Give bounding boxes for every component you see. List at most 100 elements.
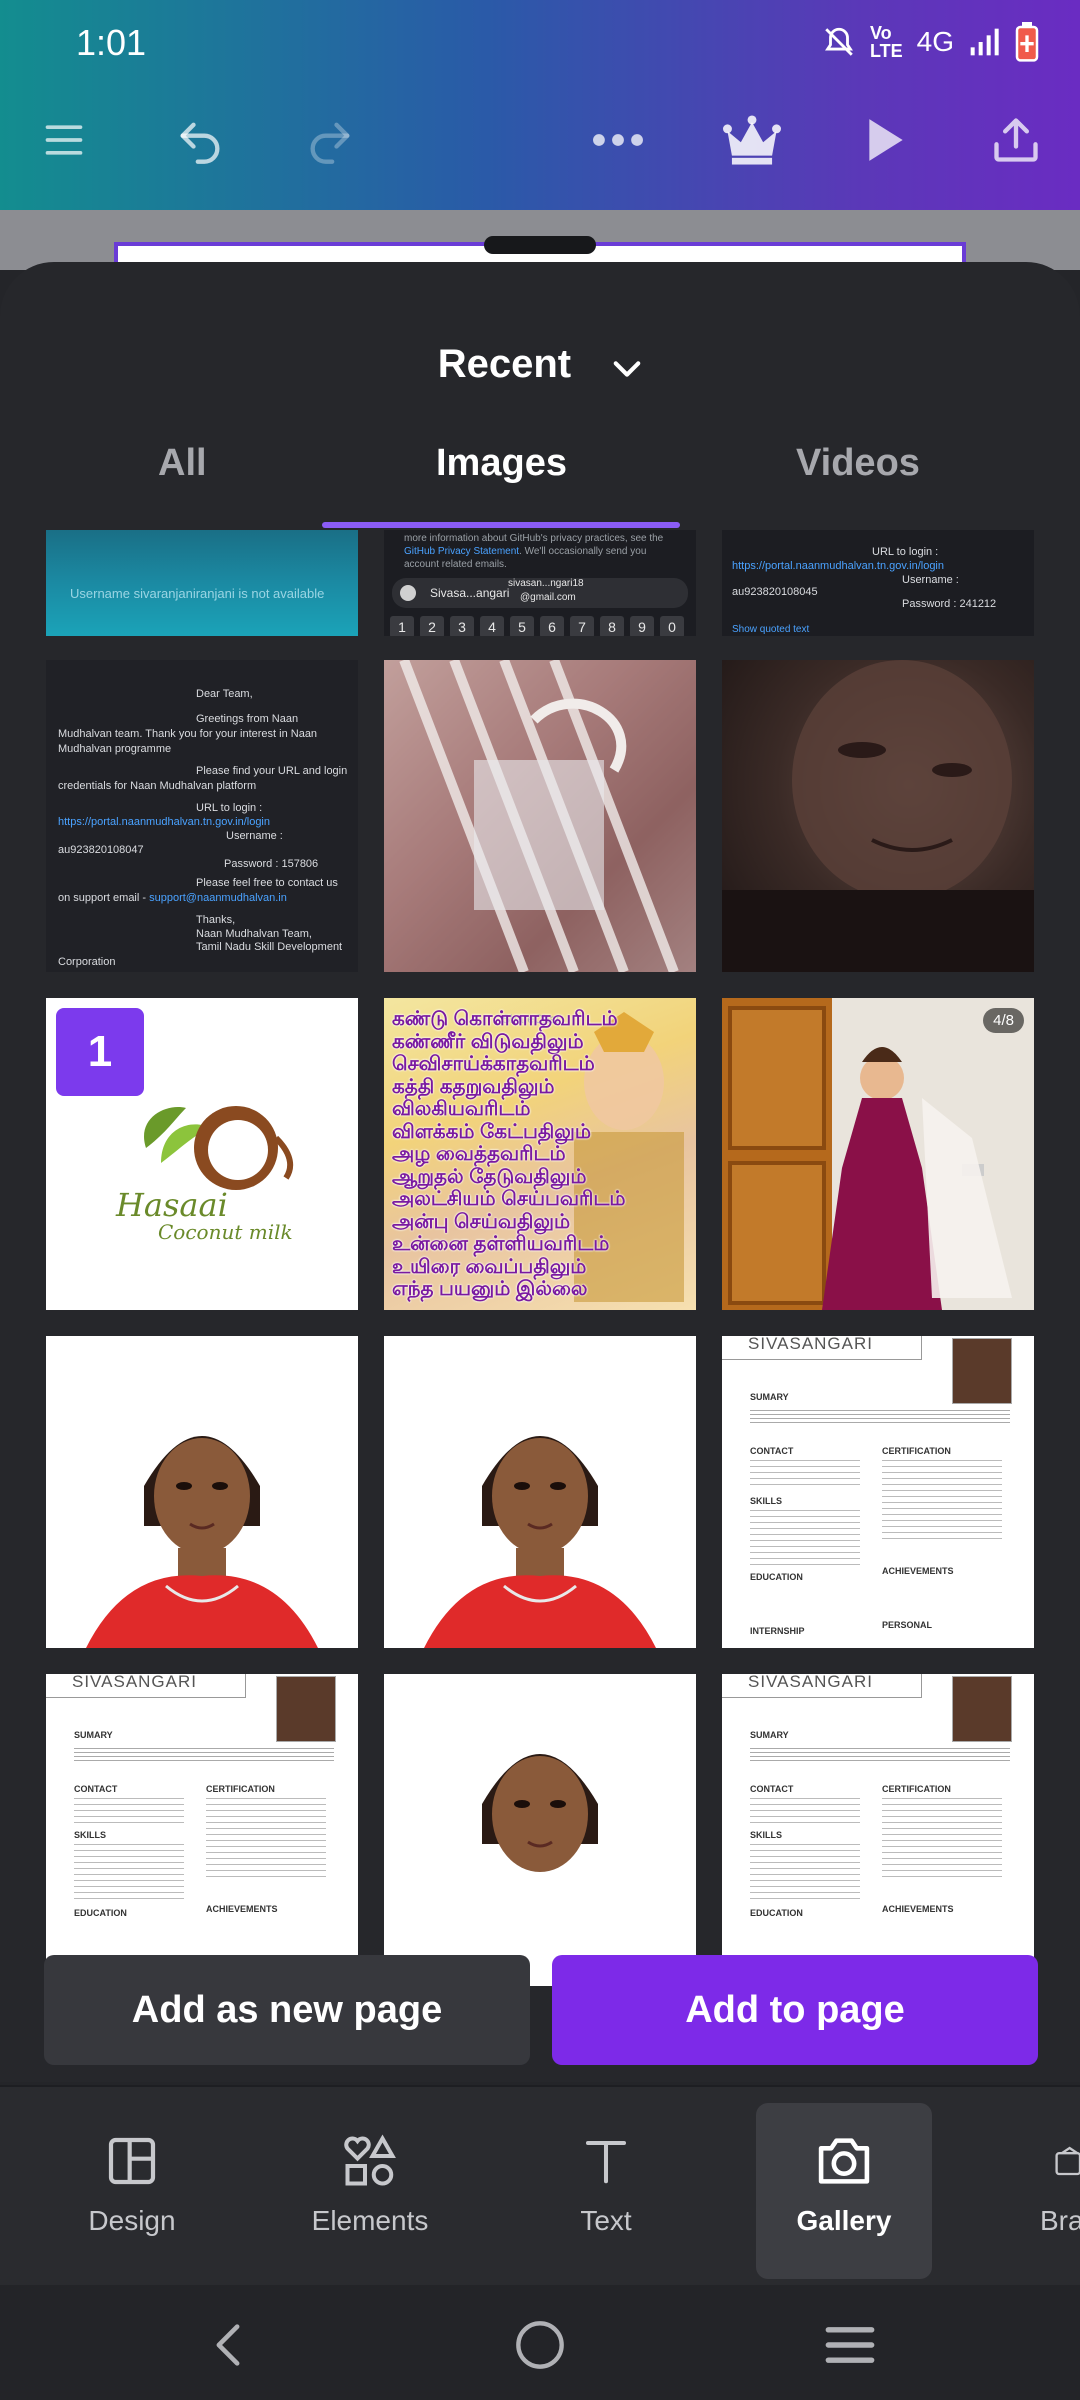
grid-image[interactable] — [722, 660, 1034, 972]
tab-videos[interactable]: Videos — [796, 442, 920, 485]
resume-section: CERTIFICATION — [882, 1446, 951, 1456]
keyboard-key: 0 — [660, 616, 684, 636]
nav-brand[interactable]: Bra — [992, 2103, 1080, 2279]
resume-lines — [750, 1798, 860, 1826]
image-text: more information about GitHub's privacy … — [404, 532, 684, 571]
home-icon — [516, 2321, 564, 2369]
resume-section: CONTACT — [750, 1784, 794, 1794]
image-text: Password : 157806 — [224, 858, 319, 870]
nav-gallery-label: Gallery — [796, 2205, 892, 2236]
resume-lines — [750, 1460, 860, 1490]
back-button[interactable] — [198, 2315, 258, 2375]
keyboard-key: 8 — [600, 616, 624, 636]
network-type: 4G — [916, 26, 954, 57]
share-icon — [994, 118, 1038, 162]
recent-dropdown[interactable]: Recent — [0, 342, 1080, 389]
screen: 1:01 Vo LTE 4G Recent All Images Videos … — [0, 0, 1080, 2400]
grid-image[interactable]: more information about GitHub's privacy … — [384, 530, 696, 636]
brand-name: Hasaai — [116, 1186, 228, 1224]
nav-text[interactable]: Text — [518, 2103, 694, 2279]
more-button[interactable] — [578, 100, 658, 180]
add-as-new-page-button[interactable]: Add as new page — [44, 1955, 530, 2065]
recents-button[interactable] — [820, 2315, 880, 2375]
image-text: Please feel free to contact us on suppor… — [58, 876, 348, 906]
resume-section: ACHIEVEMENTS — [882, 1904, 954, 1914]
grid-image[interactable] — [384, 1674, 696, 1986]
more-icon — [593, 134, 643, 146]
chevron-down-icon — [613, 361, 641, 377]
nav-elements[interactable]: Elements — [282, 2103, 458, 2279]
photo-window-grill — [384, 660, 696, 972]
resume-lines — [74, 1798, 184, 1826]
brand-subtitle: Coconut milk — [158, 1220, 293, 1244]
tamil-line: உயிரை வைப்பதிலும் — [392, 1255, 587, 1278]
resume-section: EDUCATION — [750, 1908, 803, 1918]
resume-photo — [952, 1338, 1012, 1404]
grid-image[interactable]: SIVASANGARI SUMARY CONTACT CERTIFICATION… — [722, 1674, 1034, 1986]
grid-image[interactable]: 1 Hasaai Coconut milk — [46, 998, 358, 1310]
account-chip: Sivasa...angari sivasan...ngari18 @gmail… — [392, 578, 688, 608]
design-icon — [108, 2137, 156, 2185]
crown-icon — [723, 115, 781, 165]
resume-section: PERSONAL — [882, 1620, 933, 1630]
grid-image[interactable] — [384, 1336, 696, 1648]
redo-button[interactable] — [290, 100, 370, 180]
status-bar: 1:01 Vo LTE 4G — [76, 18, 1040, 68]
grid-image[interactable]: ShareChat கண்டு கொள்ளாதவரிடம் கண்ணீர் விட… — [384, 998, 696, 1310]
editor-header: 1:01 Vo LTE 4G — [0, 0, 1080, 210]
resume-section: ACHIEVEMENTS — [206, 1904, 278, 1914]
nav-design-label: Design — [88, 2205, 176, 2236]
menu-icon — [45, 125, 83, 155]
resume-section: INTERNSHIP — [750, 1626, 805, 1636]
resume-name: SIVASANGARI — [72, 1674, 197, 1691]
image-text: Username : — [226, 830, 283, 842]
image-link: Show quoted text — [732, 624, 810, 635]
add-to-page-button[interactable]: Add to page — [552, 1955, 1038, 2065]
tab-all[interactable]: All — [158, 442, 207, 485]
nav-design[interactable]: Design — [44, 2103, 220, 2279]
tab-images[interactable]: Images — [436, 442, 567, 485]
nav-gallery[interactable]: Gallery — [756, 2103, 932, 2279]
image-link: support@naanmudhalvan.in — [149, 892, 287, 904]
tamil-line: உன்னை தள்ளியவரிடம் — [392, 1233, 610, 1255]
recents-icon — [825, 2327, 875, 2363]
grid-image[interactable]: Username sivaranjaniranjani is not avail… — [46, 530, 358, 636]
image-text: Please find your URL and login credentia… — [58, 765, 348, 792]
photo-portrait — [722, 660, 1034, 972]
resume-lines — [750, 1410, 1010, 1424]
grid-image[interactable]: 4/8 — [722, 998, 1034, 1310]
back-icon — [216, 2324, 240, 2366]
resume-lines — [882, 1798, 1002, 1878]
grid-image[interactable]: SIVASANGARI SUMARY CONTACT CERTIFICATION… — [722, 1336, 1034, 1648]
sheet-drag-handle[interactable] — [484, 236, 596, 254]
photo-passport — [482, 1754, 598, 1872]
grid-image[interactable]: SIVASANGARI SUMARY CONTACT CERTIFICATION… — [46, 1674, 358, 1986]
keyboard-key: 7 — [570, 616, 594, 636]
resume-photo — [952, 1676, 1012, 1742]
keyboard-key: 9 — [630, 616, 654, 636]
resume-lines — [74, 1748, 334, 1762]
resume-name: SIVASANGARI — [748, 1674, 873, 1691]
tamil-line: கண்டு கொள்ளாதவரிடம் — [392, 1008, 618, 1030]
undo-button[interactable] — [160, 100, 240, 180]
premium-button[interactable] — [712, 100, 792, 180]
share-button[interactable] — [976, 100, 1056, 180]
resume-section: SKILLS — [74, 1830, 107, 1840]
keyboard-row: 1234567890 — [390, 616, 690, 636]
grid-image[interactable] — [384, 660, 696, 972]
nav-brand-label: Bra — [1040, 2205, 1080, 2236]
menu-button[interactable] — [24, 100, 104, 180]
keyboard-key: 1 — [390, 616, 414, 636]
resume-section: CERTIFICATION — [206, 1784, 275, 1794]
grid-image[interactable]: URL to login : https://portal.naanmudhal… — [722, 530, 1034, 636]
grid-image[interactable] — [46, 1336, 358, 1648]
selection-badge: 1 — [56, 1008, 144, 1096]
photo-dress — [722, 998, 1012, 1310]
media-tabs: All Images Videos — [0, 442, 1080, 522]
home-button[interactable] — [510, 2315, 570, 2375]
play-button[interactable] — [846, 100, 926, 180]
photo-passport — [86, 1436, 318, 1648]
status-icons: Vo LTE 4G — [822, 22, 1040, 62]
grid-image[interactable]: Dear Team, Greetings from Naan Mudhalvan… — [46, 660, 358, 972]
mute-icon — [824, 27, 853, 56]
